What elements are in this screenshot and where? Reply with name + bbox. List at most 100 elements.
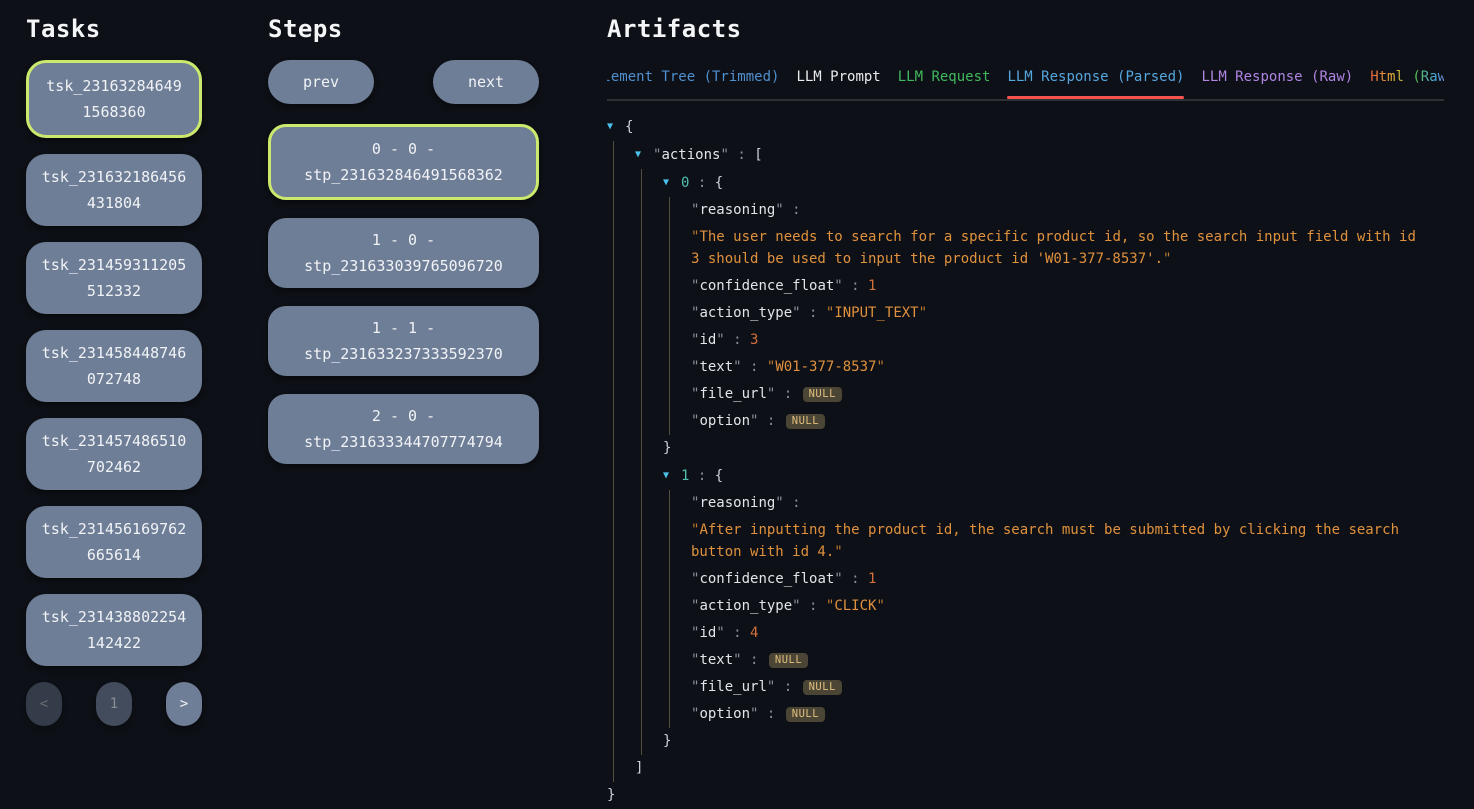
json-line: "text" : NULL <box>607 647 1444 674</box>
quote: " <box>1163 251 1171 267</box>
collapse-toggle-icon[interactable]: ▼ <box>663 169 681 196</box>
null-badge: NULL <box>786 414 825 429</box>
json-line: } <box>607 782 1444 809</box>
indent-guide <box>641 169 663 197</box>
indent-guide <box>641 327 663 354</box>
step-item[interactable]: 1 - 0 - stp_231633039765096720 <box>268 218 539 288</box>
collapse-toggle-icon[interactable]: ▼ <box>607 113 625 140</box>
pagination-page-button[interactable]: 1 <box>96 682 132 726</box>
next-step-button[interactable]: next <box>433 60 539 104</box>
json-key: file_url <box>699 679 766 695</box>
json-line-text: ▼{ <box>607 113 647 141</box>
colon: : <box>689 175 714 191</box>
json-line-text: "file_url" : NULL <box>691 674 856 701</box>
tab-llm-response-raw[interactable]: LLM Response (Raw) <box>1201 60 1353 99</box>
indent-guide <box>613 755 635 782</box>
json-tree: ▼{▼"actions" : [▼0 : {"reasoning" :"The … <box>607 113 1444 809</box>
tab-element-tree-trimmed[interactable]: Element Tree (Trimmed) <box>607 60 779 99</box>
json-string: The user needs to search for a specific … <box>691 229 1424 267</box>
indent-guide <box>613 728 635 755</box>
colon: : <box>775 679 800 695</box>
task-item[interactable]: tsk_231456169762665614 <box>26 506 202 578</box>
json-line-text: ] <box>635 755 657 782</box>
indent-guide <box>669 327 691 354</box>
json-line: "id" : 3 <box>607 327 1444 354</box>
indent-guide <box>669 197 691 224</box>
bracket: { <box>715 175 723 191</box>
task-item[interactable]: tsk_231457486510702462 <box>26 418 202 490</box>
indent-guide <box>641 273 663 300</box>
json-line: "The user needs to search for a specific… <box>607 224 1444 273</box>
indent-guide <box>613 300 635 327</box>
task-item[interactable]: tsk_231632846491568360 <box>26 60 202 138</box>
json-line-text: } <box>663 728 685 755</box>
artifacts-panel: Artifacts Element Tree (Trimmed)LLM Prom… <box>607 0 1444 809</box>
pagination-prev-button[interactable]: < <box>26 682 62 726</box>
prev-step-button[interactable]: prev <box>268 60 374 104</box>
json-line-text: } <box>663 435 685 462</box>
bracket: } <box>663 733 671 749</box>
tab-llm-response-parsed[interactable]: LLM Response (Parsed) <box>1007 60 1184 99</box>
task-item[interactable]: tsk_231438802254142422 <box>26 594 202 666</box>
active-tab-underline <box>1007 96 1184 99</box>
tab-html-raw[interactable]: Html (Raw) <box>1370 60 1444 99</box>
quote: " <box>792 305 800 321</box>
bracket: [ <box>754 147 762 163</box>
colon: : <box>729 147 754 163</box>
tasks-panel: Tasks tsk_231632846491568360tsk_23163218… <box>26 0 202 726</box>
collapse-toggle-icon[interactable]: ▼ <box>635 141 653 168</box>
indent-guide <box>641 701 663 728</box>
tab-llm-request[interactable]: LLM Request <box>898 60 991 99</box>
indent-guide <box>669 224 691 273</box>
task-item[interactable]: tsk_231458448746072748 <box>26 330 202 402</box>
task-item[interactable]: tsk_231459311205512332 <box>26 242 202 314</box>
indent-guide <box>641 647 663 674</box>
indent-guide <box>613 141 635 169</box>
json-line: "option" : NULL <box>607 701 1444 728</box>
quote: " <box>716 625 724 641</box>
colon: : <box>784 495 801 511</box>
json-line: "action_type" : "INPUT_TEXT" <box>607 300 1444 327</box>
step-item[interactable]: 0 - 0 - stp_231632846491568362 <box>268 124 539 200</box>
quote: " <box>876 598 884 614</box>
json-number: 1 <box>868 571 876 587</box>
json-line: ▼{ <box>607 113 1444 141</box>
null-badge: NULL <box>803 680 842 695</box>
json-key: action_type <box>699 598 792 614</box>
quote: " <box>876 359 884 375</box>
indent-guide <box>613 593 635 620</box>
json-line: "confidence_float" : 1 <box>607 273 1444 300</box>
colon: : <box>725 332 750 348</box>
json-line: ▼1 : { <box>607 462 1444 490</box>
indent-guide <box>613 647 635 674</box>
colon: : <box>758 413 783 429</box>
json-line-text: "text" : NULL <box>691 647 822 674</box>
step-item[interactable]: 1 - 1 - stp_231633237333592370 <box>268 306 539 376</box>
json-number: 4 <box>750 625 758 641</box>
tab-llm-prompt[interactable]: LLM Prompt <box>796 60 880 99</box>
json-key: action_type <box>699 305 792 321</box>
indent-guide <box>669 620 691 647</box>
json-line: "text" : "W01-377-8537" <box>607 354 1444 381</box>
json-line-text: "text" : "W01-377-8537" <box>691 354 899 381</box>
indent-guide <box>669 354 691 381</box>
task-item[interactable]: tsk_231632186456431804 <box>26 154 202 226</box>
tasks-pagination: < 1 > <box>26 682 202 726</box>
indent-guide <box>613 224 635 273</box>
quote: " <box>775 495 783 511</box>
json-string: CLICK <box>834 598 876 614</box>
json-key: id <box>699 332 716 348</box>
pagination-next-button[interactable]: > <box>166 682 202 726</box>
indent-guide <box>613 381 635 408</box>
indent-guide <box>669 300 691 327</box>
json-line-text: "reasoning" : <box>691 197 815 224</box>
quote: " <box>716 332 724 348</box>
indent-guide <box>669 381 691 408</box>
json-key: confidence_float <box>699 571 834 587</box>
json-line-text: ▼0 : { <box>663 169 737 197</box>
indent-guide <box>613 701 635 728</box>
steps-nav: prev next <box>268 60 539 104</box>
indent-guide <box>613 354 635 381</box>
collapse-toggle-icon[interactable]: ▼ <box>663 462 681 489</box>
step-item[interactable]: 2 - 0 - stp_231633344707774794 <box>268 394 539 464</box>
